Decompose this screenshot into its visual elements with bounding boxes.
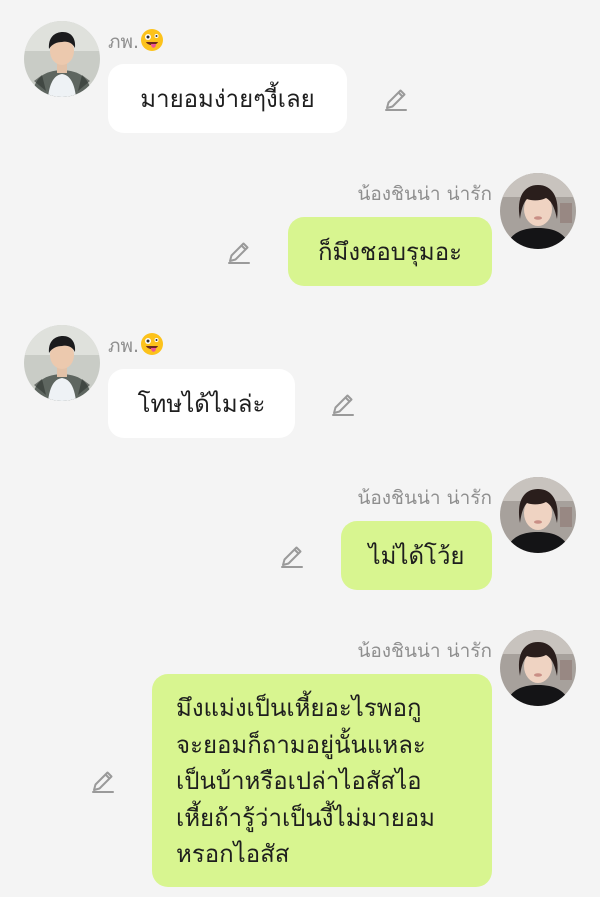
pencil-icon[interactable] bbox=[226, 239, 252, 265]
pencil-icon[interactable] bbox=[90, 768, 116, 794]
sender-name: ภพ. bbox=[108, 331, 164, 361]
message-bubble[interactable]: ไม่ได้โว้ย bbox=[341, 521, 492, 590]
pencil-icon[interactable] bbox=[383, 86, 409, 112]
message-line: จะยอมก็ถามอยู่นั้นแหละ bbox=[176, 730, 426, 759]
sender-name: น้องชินน่า น่ารัก bbox=[357, 640, 492, 662]
sender-avatar[interactable] bbox=[500, 630, 576, 706]
pencil-icon[interactable] bbox=[330, 391, 356, 417]
message-text: มายอมง่ายๆงี้เลย bbox=[140, 85, 315, 113]
sender-name: ภพ. bbox=[108, 27, 164, 57]
message-line: เป็นบ้าหรือเปล่าไอสัสไอ bbox=[176, 767, 422, 795]
sender-name-text: ภพ. bbox=[108, 335, 140, 357]
message-bubble[interactable]: มายอมง่ายๆงี้เลย bbox=[108, 64, 347, 133]
sender-avatar[interactable] bbox=[24, 325, 100, 401]
message-bubble[interactable]: มึงแม่งเป็นเหี้ยอะไรพอกู จะยอมก็ถามอยู่น… bbox=[152, 674, 492, 887]
message-bubble[interactable]: โทษได้ไมล่ะ bbox=[108, 369, 295, 438]
message-text: ก็มึงชอบรุมอะ bbox=[317, 238, 463, 266]
avatar-photo-female-icon bbox=[500, 173, 576, 249]
sender-avatar[interactable] bbox=[24, 21, 100, 97]
avatar-photo-female-icon bbox=[500, 477, 576, 553]
zany-face-emoji-icon bbox=[140, 28, 164, 57]
message-text: ไม่ได้โว้ย bbox=[368, 542, 465, 570]
message-bubble[interactable]: ก็มึงชอบรุมอะ bbox=[288, 217, 492, 286]
message-text: โทษได้ไมล่ะ bbox=[137, 390, 266, 418]
avatar-photo-male-icon bbox=[24, 21, 100, 97]
sender-avatar[interactable] bbox=[500, 173, 576, 249]
sender-name-text: ภพ. bbox=[108, 31, 140, 53]
message-line: หรอกไอสัส bbox=[176, 840, 290, 868]
avatar-photo-female-icon bbox=[500, 630, 576, 706]
message-line: มึงแม่งเป็นเหี้ยอะไรพอกู bbox=[176, 694, 422, 722]
avatar-photo-male-icon bbox=[24, 325, 100, 401]
message-line: เหี้ยถ้ารู้ว่าเป็นงี้ไม่มายอม bbox=[176, 803, 435, 832]
sender-name: น้องชินน่า น่ารัก bbox=[357, 487, 492, 509]
sender-name: น้องชินน่า น่ารัก bbox=[357, 183, 492, 205]
sender-avatar[interactable] bbox=[500, 477, 576, 553]
pencil-icon[interactable] bbox=[279, 543, 305, 569]
zany-face-emoji-icon bbox=[140, 332, 164, 361]
